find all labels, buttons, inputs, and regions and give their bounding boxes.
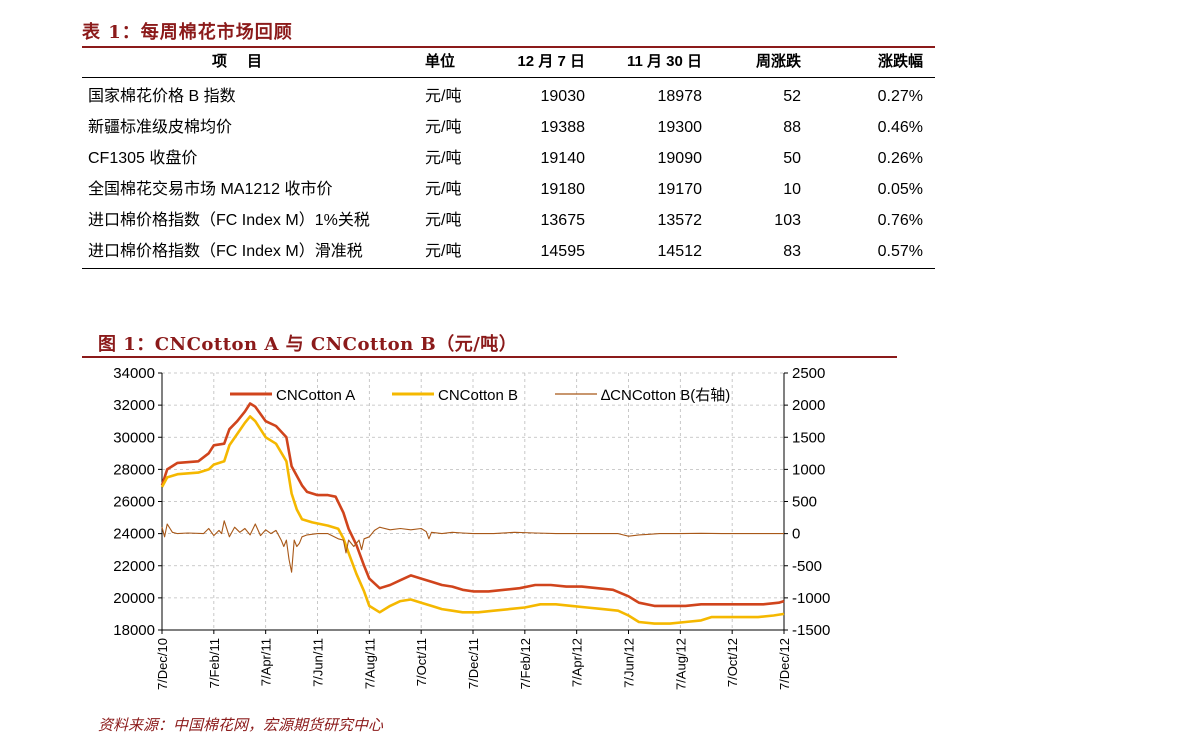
row-pct: 0.76% (877, 212, 923, 229)
x-tick-label: 7/Jun/12 (622, 638, 637, 688)
x-tick-label: 7/Apr/12 (570, 638, 585, 687)
table-title: 表 1：每周棉花市场回顾 (82, 22, 293, 43)
x-tick-label: 7/Feb/11 (207, 638, 222, 688)
row-change: 88 (783, 119, 801, 136)
row-dec7: 19140 (540, 150, 586, 167)
table-header-row: 项目 单位 12 月 7 日 11 月 30 日 周涨跌 涨跌幅 (82, 46, 935, 77)
x-tick-label: 7/Feb/12 (518, 638, 533, 689)
left-tick-label: 26000 (113, 494, 155, 511)
series-line-3 (161, 520, 784, 573)
row-nov30: 13572 (657, 212, 703, 229)
row-pct: 0.46% (877, 119, 923, 136)
figure-title: 图 1：CNCotton A 与 CNCotton B（元/吨） (98, 334, 518, 355)
source-note: 资料来源：中国棉花网，宏源期货研究中心 (98, 716, 384, 734)
table-bottom-rule (82, 268, 935, 269)
right-tick-label: 500 (792, 494, 817, 511)
table-row: 全国棉花交易市场 MA1212 收市价 元/吨 19180 19170 10 0… (82, 174, 935, 205)
row-name: 全国棉花交易市场 MA1212 收市价 (88, 181, 333, 198)
right-tick-label: 1500 (792, 429, 825, 446)
row-unit: 元/吨 (425, 243, 462, 260)
row-nov30: 19090 (657, 150, 703, 167)
row-dec7: 14595 (540, 243, 586, 260)
row-name: 进口棉价格指数（FC Index M）1%关税 (88, 212, 370, 229)
x-tick-label: 7/Dec/11 (466, 638, 481, 689)
left-tick-label: 32000 (113, 397, 155, 414)
cotton-price-chart: 3400032000300002800026000240002200020000… (113, 365, 830, 690)
row-unit: 元/吨 (425, 181, 462, 198)
row-change: 50 (783, 150, 801, 167)
header-weekly-change: 周涨跌 (755, 53, 801, 70)
table-row: CF1305 收盘价 元/吨 19140 19090 50 0.26% (82, 143, 935, 174)
table-row: 进口棉价格指数（FC Index M）1%关税 元/吨 13675 13572 … (82, 205, 935, 236)
right-tick-label: -1000 (792, 590, 830, 607)
row-dec7: 19180 (540, 181, 586, 198)
header-nov30: 11 月 30 日 (626, 53, 702, 70)
row-dec7: 19388 (540, 119, 586, 136)
row-unit: 元/吨 (425, 88, 462, 105)
left-tick-label: 30000 (113, 429, 155, 446)
row-dec7: 13675 (540, 212, 586, 229)
table-header-rule (82, 77, 935, 78)
row-nov30: 18978 (657, 88, 703, 105)
header-item: 项目 (212, 53, 283, 70)
row-nov30: 14512 (657, 243, 703, 260)
table-row: 新疆标准级皮棉均价 元/吨 19388 19300 88 0.46% (82, 112, 935, 143)
x-tick-label: 7/Dec/12 (777, 638, 792, 690)
left-tick-label: 34000 (113, 365, 155, 382)
right-tick-label: 0 (792, 526, 800, 543)
header-unit: 单位 (425, 53, 456, 70)
legend-label: ∆CNCotton B(右轴) (601, 387, 730, 404)
row-change: 83 (783, 243, 801, 260)
header-dec7: 12 月 7 日 (517, 53, 585, 70)
x-tick-label: 7/Dec/10 (155, 638, 170, 690)
right-tick-label: -500 (792, 558, 822, 575)
row-unit: 元/吨 (425, 212, 462, 229)
x-tick-label: 7/Aug/12 (673, 638, 688, 690)
row-dec7: 19030 (540, 88, 586, 105)
legend-label: CNCotton B (438, 387, 518, 404)
x-tick-label: 7/Oct/11 (414, 638, 429, 686)
row-pct: 0.27% (877, 88, 923, 105)
left-tick-label: 28000 (113, 461, 155, 478)
row-change: 103 (774, 212, 801, 229)
row-pct: 0.05% (877, 181, 923, 198)
table-row: 进口棉价格指数（FC Index M）滑准税 元/吨 14595 14512 8… (82, 236, 935, 267)
left-tick-label: 20000 (113, 590, 155, 607)
row-unit: 元/吨 (425, 119, 462, 136)
x-tick-label: 7/Jun/11 (311, 638, 326, 687)
header-change-pct: 涨跌幅 (877, 53, 923, 70)
row-pct: 0.26% (877, 150, 923, 167)
figure-rule (82, 356, 897, 358)
row-nov30: 19170 (657, 181, 703, 198)
x-tick-label: 7/Aug/11 (362, 638, 377, 689)
left-tick-label: 24000 (113, 526, 155, 543)
row-nov30: 19300 (657, 119, 703, 136)
row-name: 新疆标准级皮棉均价 (88, 119, 233, 136)
row-unit: 元/吨 (425, 150, 462, 167)
row-pct: 0.57% (877, 243, 923, 260)
right-tick-label: 2500 (792, 365, 825, 382)
row-change: 52 (783, 88, 801, 105)
left-tick-label: 22000 (113, 558, 155, 575)
right-tick-label: 2000 (792, 397, 825, 414)
x-tick-label: 7/Apr/11 (259, 638, 274, 686)
row-name: 国家棉花价格 B 指数 (88, 88, 236, 105)
left-tick-label: 18000 (113, 622, 155, 639)
right-tick-label: -1500 (792, 622, 830, 639)
table-row: 国家棉花价格 B 指数 元/吨 19030 18978 52 0.27% (82, 81, 935, 112)
legend-label: CNCotton A (276, 387, 355, 404)
row-change: 10 (783, 181, 801, 198)
row-name: CF1305 收盘价 (88, 150, 198, 167)
row-name: 进口棉价格指数（FC Index M）滑准税 (88, 243, 363, 260)
right-tick-label: 1000 (792, 461, 825, 478)
x-tick-label: 7/Oct/12 (725, 638, 740, 687)
